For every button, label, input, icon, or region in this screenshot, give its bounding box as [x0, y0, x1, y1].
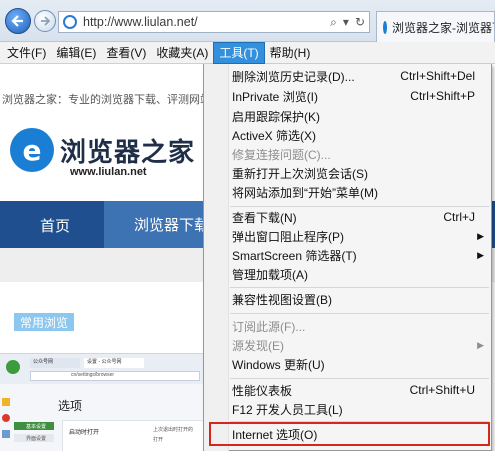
forward-button[interactable]: [34, 10, 56, 32]
thumb-side-label: 基本设置: [26, 424, 47, 430]
search-icon[interactable]: ⌕: [330, 15, 337, 30]
arrow-right-icon: [41, 16, 51, 26]
dropdown-arrow-icon[interactable]: ▾: [343, 15, 349, 30]
site-tagline: 浏览器之家：专业的浏览器下载、评测网站: [2, 94, 211, 106]
browser-tab[interactable]: 浏览器之家-浏览器下: [376, 11, 495, 42]
submenu-arrow-icon: ▶: [477, 339, 484, 350]
menu-help[interactable]: 帮助(H): [265, 42, 316, 64]
thumb-logo-icon: [6, 360, 20, 374]
thumb-address: cn/settings/browser: [30, 371, 200, 381]
menu-item-reopen-session[interactable]: 重新打开上次浏览会话(S): [205, 163, 490, 183]
menu-item-windows-update[interactable]: Windows 更新(U): [205, 354, 490, 374]
menu-item-feed-discovery: 源发现(E) ▶: [205, 335, 490, 355]
menu-item-activex-filter[interactable]: ActiveX 筛选(X): [205, 125, 490, 145]
thumb-side-item: 界面设置: [14, 434, 54, 442]
site-logo[interactable]: e 浏览器之家 www.liulan.net: [10, 128, 210, 184]
thumb-panel-opt1: 上次退出时打开的: [153, 427, 194, 433]
thumb-panel: 启动时打开 上次退出时打开的 打开: [62, 420, 204, 451]
menu-item-label: 查看下载(N): [232, 210, 297, 225]
menu-item-label: InPrivate 浏览(I): [232, 89, 319, 104]
menu-bar: 文件(F) 编辑(E) 查看(V) 收藏夹(A) 工具(T) 帮助(H): [0, 41, 495, 64]
menu-item-f12-tools[interactable]: F12 开发人员工具(L): [205, 399, 490, 419]
menu-edit[interactable]: 编辑(E): [51, 42, 101, 64]
thumb-toolbar: 公众号网 设置 - 公众号网 cn/settings/browser: [0, 354, 204, 384]
address-bar[interactable]: http://www.liulan.net/ ⌕ ▾ ↻: [58, 11, 370, 33]
menu-item-manage-addons[interactable]: 管理加载项(A): [205, 264, 490, 284]
menu-separator: [230, 378, 489, 379]
common-browsers-tag[interactable]: 常用浏览: [14, 313, 75, 331]
record-icon: [2, 414, 10, 422]
arrow-left-icon: [11, 15, 23, 27]
menu-item-label: Windows 更新(U): [232, 357, 325, 372]
menu-item-delete-history[interactable]: 删除浏览历史记录(D)... Ctrl+Shift+Del: [205, 66, 490, 86]
thumb-panel-label: 启动时打开: [69, 430, 100, 436]
embedded-screenshot: 公众号网 设置 - 公众号网 cn/settings/browser 选项 基本…: [0, 353, 204, 451]
menu-item-label: 源发现(E): [232, 338, 284, 353]
logo-e-icon: e: [10, 128, 54, 172]
thumb-side-active: 基本设置: [14, 422, 54, 430]
submenu-arrow-icon: ▶: [477, 230, 484, 241]
thumb-tab-active: 设置 - 公众号网: [84, 358, 144, 368]
menu-item-label: SmartScreen 筛选器(T): [232, 248, 357, 263]
folder-icon: [2, 398, 10, 406]
menu-item-label: 重新打开上次浏览会话(S): [232, 166, 368, 181]
menu-file[interactable]: 文件(F): [2, 42, 51, 64]
ie-logo-icon: [63, 15, 77, 29]
menu-item-label: 修复连接问题(C)...: [232, 147, 331, 162]
menu-item-add-to-start[interactable]: 将网站添加到“开始”菜单(M): [205, 182, 490, 202]
doc-icon: [2, 430, 10, 438]
menu-item-popup-blocker[interactable]: 弹出窗口阻止程序(P) ▶: [205, 226, 490, 246]
menu-item-label: Internet 选项(O): [232, 427, 318, 442]
menu-item-label: 兼容性视图设置(B): [232, 292, 332, 307]
menu-item-smartscreen[interactable]: SmartScreen 筛选器(T) ▶: [205, 245, 490, 265]
menu-item-view-downloads[interactable]: 查看下载(N) Ctrl+J: [205, 207, 490, 227]
menu-item-fix-connection: 修复连接问题(C)...: [205, 144, 490, 164]
browser-toolbar: http://www.liulan.net/ ⌕ ▾ ↻ 浏览器之家-浏览器下: [0, 0, 495, 42]
menu-item-label: 管理加载项(A): [232, 267, 308, 282]
menu-item-label: ActiveX 筛选(X): [232, 128, 317, 143]
menu-item-shortcut: Ctrl+J: [443, 210, 475, 224]
menu-view[interactable]: 查看(V): [101, 42, 151, 64]
menu-item-shortcut: Ctrl+Shift+Del: [400, 69, 475, 83]
logo-name: 浏览器之家: [60, 137, 196, 167]
menu-item-shortcut: Ctrl+Shift+P: [410, 89, 475, 103]
menu-item-label: F12 开发人员工具(L): [232, 402, 343, 417]
thumb-panel-opt2: 打开: [153, 437, 164, 443]
address-url: http://www.liulan.net/: [83, 15, 198, 29]
menu-item-label: 启用跟踪保护(K): [232, 109, 320, 124]
thumb-side-icons: [0, 396, 12, 451]
nav-download-link[interactable]: 浏览器下载: [104, 201, 214, 248]
tools-menu: 删除浏览历史记录(D)... Ctrl+Shift+Del InPrivate …: [203, 64, 492, 451]
menu-item-shortcut: Ctrl+Shift+U: [409, 383, 475, 397]
menu-item-performance-dashboard[interactable]: 性能仪表板 Ctrl+Shift+U: [205, 380, 490, 400]
menu-favorites[interactable]: 收藏夹(A): [151, 42, 213, 64]
menu-item-subscribe-feed: 订阅此源(F)...: [205, 316, 490, 336]
nav-home-link[interactable]: 首页: [40, 215, 70, 236]
thumb-tab: 公众号网: [30, 358, 80, 368]
menu-item-internet-options[interactable]: Internet 选项(O): [209, 422, 490, 446]
menu-item-inprivate[interactable]: InPrivate 浏览(I) Ctrl+Shift+P: [205, 86, 490, 106]
menu-item-label: 性能仪表板: [232, 383, 293, 398]
refresh-icon[interactable]: ↻: [355, 15, 365, 30]
logo-domain: www.liulan.net: [70, 166, 147, 178]
menu-item-compat-view[interactable]: 兼容性视图设置(B): [205, 289, 490, 309]
thumb-side-label2: 界面设置: [26, 436, 47, 442]
menu-item-label: 删除浏览历史记录(D)...: [232, 69, 355, 84]
submenu-arrow-icon: ▶: [477, 249, 484, 260]
menu-separator: [230, 287, 489, 288]
back-button[interactable]: [5, 8, 31, 34]
menu-item-label: 弹出窗口阻止程序(P): [232, 229, 344, 244]
site-favicon-icon: [383, 20, 387, 34]
menu-item-label: 将网站添加到“开始”菜单(M): [232, 185, 378, 200]
tab-title: 浏览器之家-浏览器下: [392, 20, 495, 35]
thumb-options-title: 选项: [58, 399, 83, 413]
menu-separator: [230, 313, 489, 314]
menu-item-tracking-protection[interactable]: 启用跟踪保护(K): [205, 106, 490, 126]
menu-item-label: 订阅此源(F)...: [232, 319, 306, 334]
menu-tools[interactable]: 工具(T): [213, 41, 265, 64]
